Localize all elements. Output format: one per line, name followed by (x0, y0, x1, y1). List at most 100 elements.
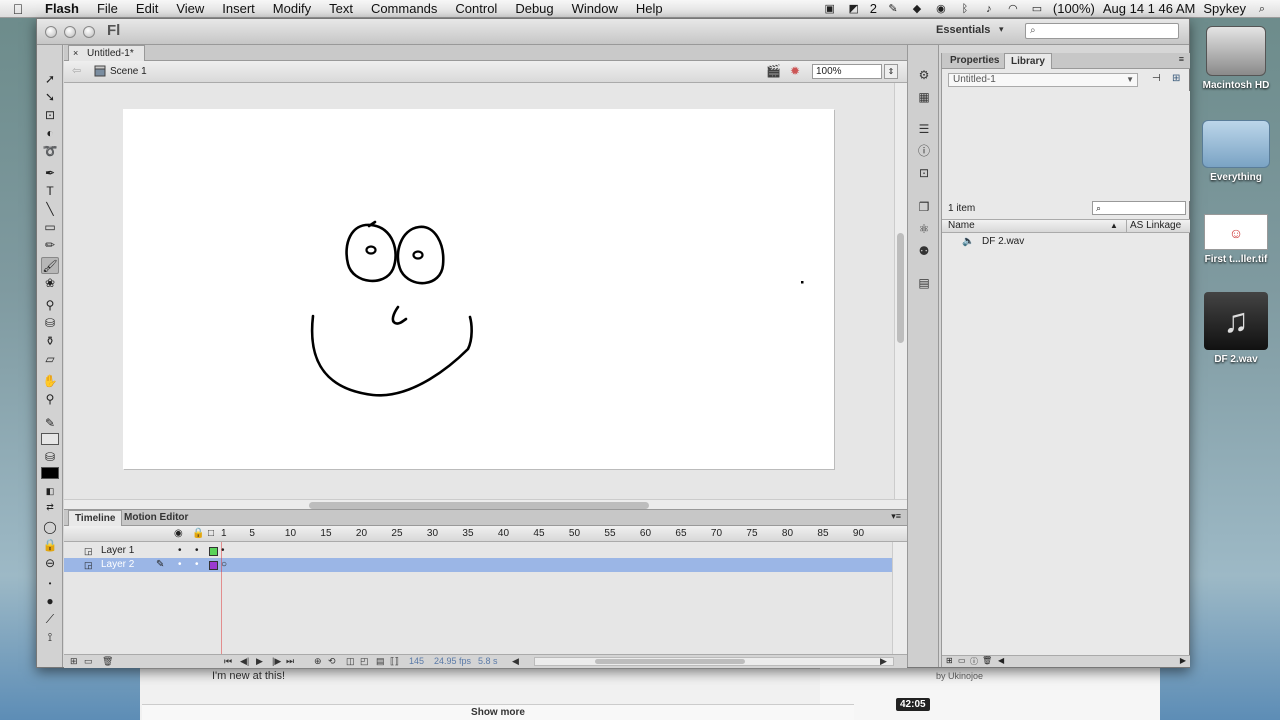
code-snippets-icon[interactable]: ❐ (915, 199, 933, 215)
frame-number[interactable]: 25 (391, 528, 402, 539)
scroll-right-icon[interactable]: ▶ (880, 655, 887, 668)
default-colors-icon[interactable]: ◧ (41, 483, 59, 500)
tab-untitled-1[interactable]: × Untitled-1* (68, 45, 145, 61)
stroke-color-icon[interactable]: ✎ (41, 415, 59, 432)
library-item[interactable]: 🔈 DF 2.wav (942, 234, 1190, 249)
bluetooth-icon[interactable]: ᛒ (957, 3, 973, 15)
dropbox-icon[interactable]: ◆ (909, 3, 925, 15)
swap-colors-icon[interactable]: ⇄ (41, 499, 59, 516)
scroll-thumb[interactable] (595, 659, 745, 664)
motion-presets-icon[interactable]: ⚙ (915, 67, 933, 83)
visibility-dot[interactable]: • (178, 544, 182, 558)
pin-library-icon[interactable]: ⊣ (1152, 73, 1161, 84)
outline-icon[interactable]: □ (208, 528, 214, 539)
zoom-tool-icon[interactable]: ⚲ (41, 391, 59, 408)
frame-number[interactable]: 30 (427, 528, 438, 539)
menu-view[interactable]: View (167, 1, 213, 16)
menu-file[interactable]: File (88, 1, 127, 16)
paint-bucket-tool-icon[interactable]: ⛁ (41, 315, 59, 332)
new-folder-icon[interactable]: ▭ (84, 655, 93, 668)
close-icon[interactable]: × (73, 48, 78, 58)
new-symbol-icon[interactable]: ⊞ (946, 656, 953, 665)
user-name[interactable]: Spykey (1203, 1, 1246, 16)
lock-dot[interactable]: • (195, 544, 199, 558)
new-folder-icon[interactable]: ▭ (958, 656, 966, 665)
desktop-icon-tif[interactable]: ☺ First t...ller.tif (1196, 214, 1276, 265)
stroke-color-swatch[interactable] (41, 433, 59, 445)
bone-tool-icon[interactable]: ⚲ (41, 297, 59, 314)
layer-row-1[interactable]: ◲ Layer 1 • • • (64, 544, 892, 558)
subselection-tool-icon[interactable]: ➘ (41, 89, 59, 106)
camera-icon[interactable]: ▣ (822, 3, 838, 15)
step-back-icon[interactable]: ◀| (240, 655, 249, 668)
align-icon[interactable]: ☰ (915, 121, 933, 137)
layer-name[interactable]: Layer 2 (101, 558, 134, 572)
display-icon[interactable]: ◩ (846, 3, 862, 15)
frame-rate[interactable]: 24.95 fps (434, 655, 471, 668)
frame-number[interactable]: 60 (640, 528, 651, 539)
workspace-switcher[interactable]: Essentials (936, 24, 990, 36)
frame-number[interactable]: 20 (356, 528, 367, 539)
scroll-right-icon[interactable]: ▶ (1180, 656, 1186, 665)
swatches-icon[interactable]: ▦ (915, 89, 933, 105)
deco-tool-icon[interactable]: ❀ (41, 275, 59, 292)
battery-icon[interactable]: ▭ (1029, 3, 1045, 15)
modify-markers-icon[interactable]: ⟦⟧ (390, 655, 399, 668)
tab-properties[interactable]: Properties (944, 53, 1005, 69)
object-drawing-icon[interactable]: ◯ (41, 519, 59, 536)
tab-timeline[interactable]: Timeline (68, 510, 123, 526)
accessibility-icon[interactable]: ◉ (933, 3, 949, 15)
center-frame-icon[interactable]: ⊕ (314, 655, 322, 668)
stage-vertical-scrollbar[interactable] (894, 83, 907, 499)
new-library-panel-icon[interactable]: ⊞ (1172, 73, 1180, 84)
frame-number[interactable]: 70 (711, 528, 722, 539)
3d-rotation-tool-icon[interactable]: ◐ (41, 125, 59, 142)
eraser-tool-icon[interactable]: ▱ (41, 351, 59, 368)
scene-label[interactable]: Scene 1 (110, 66, 147, 77)
fill-color-icon[interactable]: ⛁ (41, 449, 59, 466)
eye-icon[interactable]: ◉ (174, 528, 183, 539)
current-frame[interactable]: 145 (409, 655, 424, 668)
components-icon[interactable]: ⚛ (915, 221, 933, 237)
frame-number[interactable]: 1 (221, 528, 227, 539)
menu-debug[interactable]: Debug (506, 1, 562, 16)
onion-outlines-icon[interactable]: ◰ (360, 655, 369, 668)
minimize-window-button[interactable] (64, 26, 76, 38)
menu-edit[interactable]: Edit (127, 1, 167, 16)
layer-row-2[interactable]: ◲ Layer 2 ✎ • • ○ (64, 558, 892, 572)
menu-insert[interactable]: Insert (213, 1, 264, 16)
menu-window[interactable]: Window (563, 1, 627, 16)
play-icon[interactable]: ▶ (256, 655, 263, 668)
menu-flash[interactable]: Flash (36, 1, 88, 16)
stage[interactable] (123, 109, 834, 469)
edit-symbols-icon[interactable]: ✹ (790, 64, 800, 78)
pressure-icon[interactable]: ⟟ (41, 629, 59, 646)
evernote-icon[interactable]: ✎ (885, 3, 901, 15)
frame-number[interactable]: 65 (675, 528, 686, 539)
stage-drawing[interactable] (123, 109, 834, 469)
volume-icon[interactable]: ♪ (981, 3, 997, 15)
brush-shape-icon[interactable]: ⟋ (41, 611, 59, 628)
scroll-left-icon[interactable]: ◀ (512, 655, 519, 668)
show-more-button[interactable]: Show more (142, 704, 854, 720)
scroll-thumb[interactable] (309, 502, 649, 509)
tab-library[interactable]: Library (1004, 53, 1052, 69)
onion-skin-icon[interactable]: ◫ (346, 655, 355, 668)
desktop-icon-folder[interactable]: Everything (1196, 120, 1276, 183)
step-forward-icon[interactable]: |▶ (272, 655, 281, 668)
playhead[interactable] (221, 542, 222, 654)
wifi-icon[interactable]: ◠ (1005, 3, 1021, 15)
history-icon[interactable]: ▤ (915, 275, 933, 291)
properties-icon[interactable]: ⓘ (970, 656, 978, 667)
lasso-tool-icon[interactable]: ➰ (41, 143, 59, 160)
frame-number[interactable]: 40 (498, 528, 509, 539)
line-tool-icon[interactable]: ╲ (41, 201, 59, 218)
zoom-stepper[interactable]: ⇕ (884, 64, 898, 79)
frame-number[interactable]: 90 (853, 528, 864, 539)
timeline-vertical-scrollbar[interactable] (892, 542, 907, 654)
frame-number[interactable]: 45 (533, 528, 544, 539)
tab-motion-editor[interactable]: Motion Editor (118, 510, 194, 526)
new-layer-icon[interactable]: ⊞ (70, 655, 78, 668)
help-search-input[interactable]: ⌕ (1025, 23, 1179, 39)
panel-menu-icon[interactable]: ≡ (1179, 54, 1184, 64)
